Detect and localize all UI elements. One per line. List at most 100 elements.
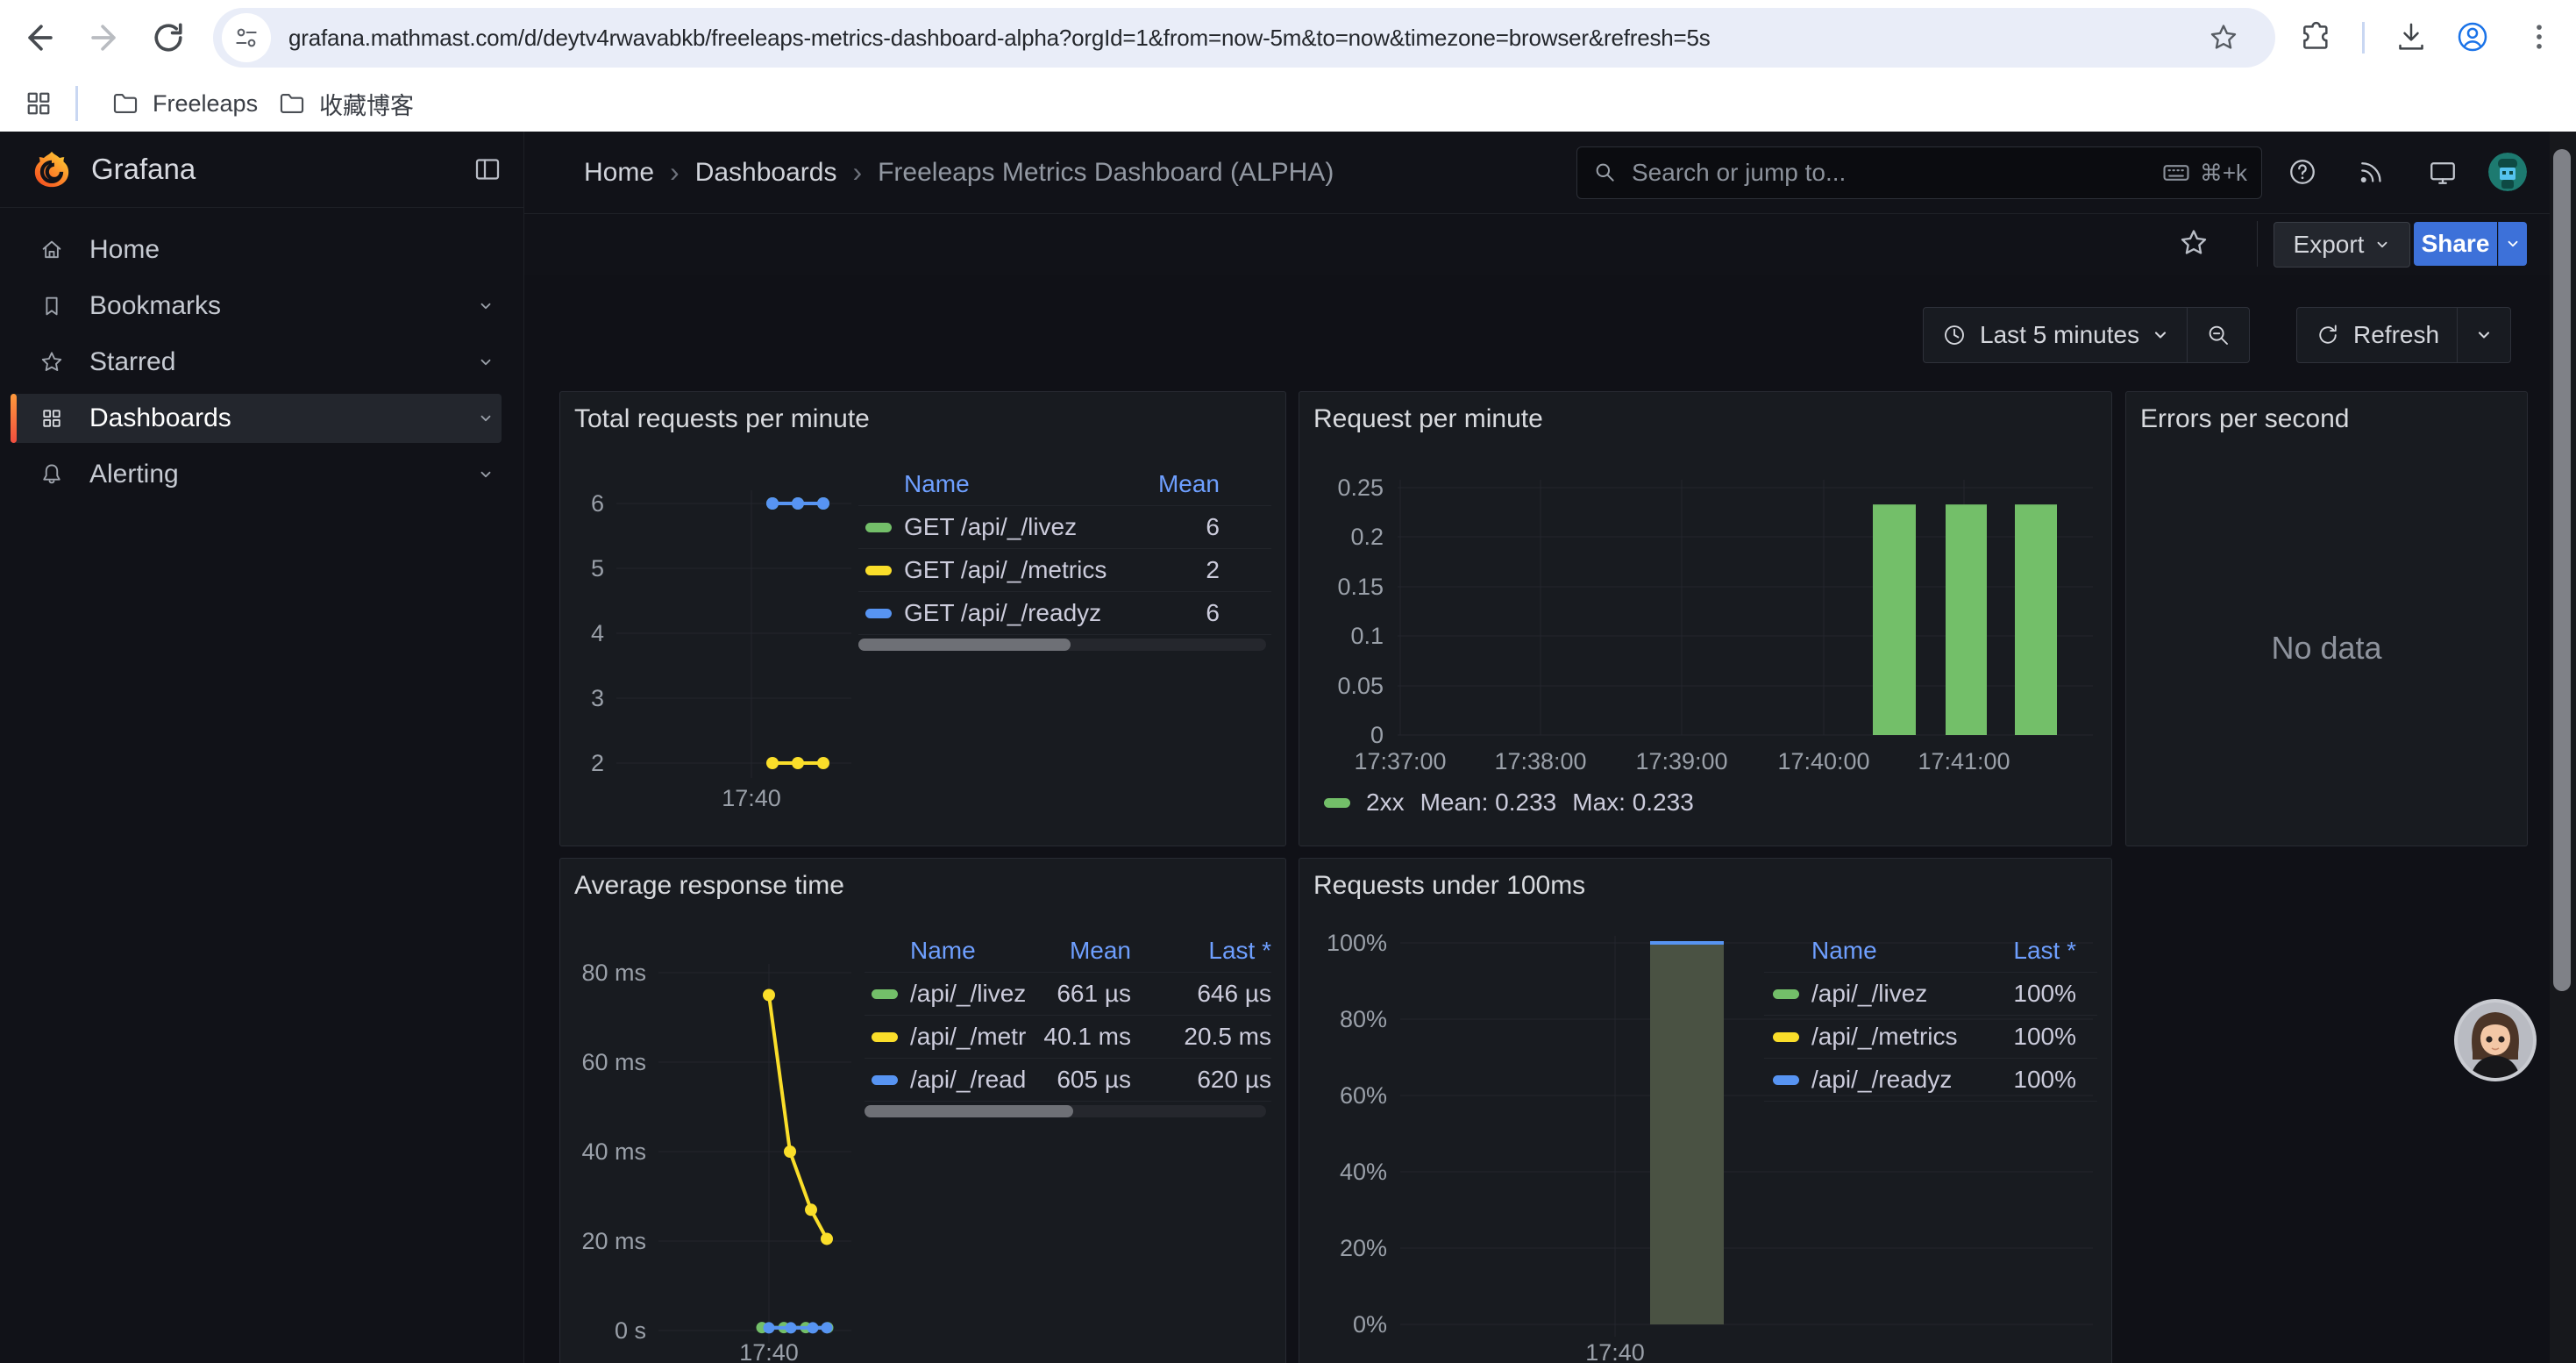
- breadcrumb-dashboards[interactable]: Dashboards: [695, 158, 837, 188]
- breadcrumb-home[interactable]: Home: [584, 158, 654, 188]
- legend-row[interactable]: /api/_/readyz100%: [1764, 1058, 2097, 1101]
- refresh-group: Refresh: [2296, 307, 2511, 363]
- panel-title[interactable]: Errors per second: [2140, 404, 2349, 434]
- legend-column-name[interactable]: Name: [904, 470, 1114, 498]
- assistant-avatar-image: [2453, 998, 2537, 1082]
- series-swatch[interactable]: [865, 523, 892, 532]
- axis-tick-label: 0.2: [1350, 524, 1384, 550]
- legend-series-name[interactable]: /api/_/livez: [910, 980, 1026, 1008]
- sidebar-toggle-icon[interactable]: [472, 153, 503, 185]
- share-button[interactable]: Share: [2414, 222, 2497, 266]
- extensions-icon[interactable]: [2297, 19, 2332, 54]
- legend-column-header[interactable]: Mean: [1114, 470, 1220, 498]
- legend-series-name[interactable]: /api/_/readyz: [1811, 1066, 1987, 1094]
- chevron-down-icon[interactable]: [478, 467, 494, 482]
- bookmark-folder-blogs[interactable]: 收藏博客: [277, 75, 414, 132]
- bookmarks-divider: [75, 86, 78, 121]
- legend-series-name[interactable]: GET /api/_/readyz: [904, 599, 1114, 627]
- export-button[interactable]: Export: [2274, 222, 2410, 268]
- legend-series-name[interactable]: GET /api/_/metrics: [904, 556, 1114, 584]
- legend-column-header[interactable]: Last *: [1987, 937, 2076, 965]
- reload-icon[interactable]: [149, 18, 188, 57]
- sidebar-item-dashboards[interactable]: Dashboards: [0, 390, 523, 446]
- legend-column-name[interactable]: Name: [910, 937, 1026, 965]
- zoom-out-button[interactable]: [2188, 308, 2249, 362]
- profile-icon[interactable]: [2455, 19, 2490, 54]
- legend-series-name[interactable]: /api/_/metrics: [1811, 1023, 1987, 1051]
- axis-tick-label: 0.05: [1337, 673, 1384, 699]
- chevron-down-icon[interactable]: [478, 354, 494, 370]
- sidebar-item-home[interactable]: Home: [0, 222, 523, 278]
- legend-row[interactable]: GET /api/_/readyz6: [858, 591, 1271, 634]
- series-swatch[interactable]: [865, 566, 892, 575]
- axis-tick-label: 20%: [1340, 1235, 1387, 1261]
- bookmark-folder-freeleaps[interactable]: Freeleaps: [110, 75, 258, 132]
- time-range-picker[interactable]: Last 5 minutes: [1924, 308, 2187, 362]
- panel-errors-per-second: Errors per second No data: [2125, 391, 2528, 846]
- series-swatch[interactable]: [872, 1075, 898, 1085]
- help-icon[interactable]: [2287, 156, 2318, 188]
- legend-row[interactable]: /api/_/livez661 µs646 µs: [865, 972, 1271, 1015]
- series-point: [766, 757, 779, 769]
- series-swatch[interactable]: [1773, 989, 1799, 999]
- chevron-down-icon[interactable]: [478, 410, 494, 426]
- series-swatch[interactable]: [872, 989, 898, 999]
- page-scrollbar-thumb[interactable]: [2553, 149, 2571, 991]
- news-rss-icon[interactable]: [2355, 156, 2387, 188]
- sidebar-item-bookmarks[interactable]: Bookmarks: [0, 278, 523, 334]
- legend-scrollbar-thumb[interactable]: [858, 639, 1071, 651]
- legend-column-name[interactable]: Name: [1811, 937, 1987, 965]
- legend-row[interactable]: GET /api/_/livez6: [858, 505, 1271, 548]
- search-input[interactable]: Search or jump to... ⌘+k: [1576, 146, 2262, 199]
- menu-kebab-icon[interactable]: [2522, 19, 2557, 54]
- legend-table: NameMeanLast * /api/_/livez661 µs646 µs/a…: [865, 930, 1271, 1102]
- url-bar[interactable]: grafana.mathmast.com/d/deytv4rwavabkb/fr…: [213, 8, 2275, 68]
- legend-value: 100%: [1987, 1023, 2076, 1051]
- forward-icon[interactable]: [84, 18, 123, 57]
- legend-row[interactable]: /api/_/metrics40.1 ms20.5 ms: [865, 1015, 1271, 1058]
- series-name[interactable]: 2xx: [1366, 789, 1405, 817]
- series-swatch[interactable]: [872, 1032, 898, 1042]
- refresh-button[interactable]: Refresh: [2297, 308, 2457, 362]
- legend-scrollbar-thumb[interactable]: [865, 1105, 1073, 1117]
- back-icon[interactable]: [21, 18, 60, 57]
- grafana-logo-icon[interactable]: [32, 149, 72, 189]
- chevron-down-icon[interactable]: [478, 298, 494, 314]
- legend-column-header[interactable]: Mean: [1026, 937, 1131, 965]
- legend-column-header[interactable]: Last *: [1131, 937, 1271, 965]
- legend-row[interactable]: /api/_/livez100%: [1764, 972, 2097, 1015]
- apps-grid-icon[interactable]: [23, 88, 54, 119]
- download-icon[interactable]: [2394, 19, 2429, 54]
- legend-series-name[interactable]: /api/_/livez: [1811, 980, 1987, 1008]
- series-swatch[interactable]: [865, 609, 892, 618]
- sidebar-item-alerting[interactable]: Alerting: [0, 446, 523, 503]
- legend-row[interactable]: /api/_/readyz605 µs620 µs: [865, 1058, 1271, 1101]
- series-point: [822, 1322, 833, 1333]
- legend-row[interactable]: /api/_/metrics100%: [1764, 1015, 2097, 1058]
- panel-request-per-minute: Request per minute 0.250.20.150.10.05017…: [1299, 391, 2112, 846]
- user-avatar[interactable]: [2488, 153, 2527, 191]
- axis-tick-label: 80 ms: [581, 960, 646, 986]
- bar: [1873, 504, 1916, 735]
- favorite-star-icon[interactable]: [2177, 226, 2210, 260]
- series-point: [766, 497, 779, 510]
- share-menu-button[interactable]: [2498, 222, 2527, 266]
- kiosk-monitor-icon[interactable]: [2427, 156, 2459, 188]
- site-settings-icon[interactable]: [222, 13, 271, 62]
- sidebar-item-starred[interactable]: Starred: [0, 334, 523, 390]
- bar-chart[interactable]: 0.250.20.150.10.05017:37:0017:38:0017:39…: [1299, 392, 2111, 846]
- series-swatch[interactable]: [1773, 1075, 1799, 1085]
- series-swatch[interactable]: [1324, 798, 1350, 808]
- legend-row[interactable]: GET /api/_/metrics2: [858, 548, 1271, 591]
- legend-series-name[interactable]: /api/_/readyz: [910, 1066, 1026, 1094]
- axis-tick-label: 0: [1370, 722, 1384, 748]
- keyboard-icon: [2161, 158, 2191, 188]
- x-tick-label: 17:40: [1585, 1339, 1645, 1363]
- legend-series-name[interactable]: GET /api/_/livez: [904, 513, 1114, 541]
- bookmark-star-icon[interactable]: [2207, 21, 2240, 54]
- refresh-interval-button[interactable]: [2458, 308, 2510, 362]
- floating-assistant-avatar[interactable]: [2453, 998, 2537, 1082]
- series-swatch[interactable]: [1773, 1032, 1799, 1042]
- axis-tick-label: 0 s: [615, 1317, 646, 1344]
- legend-series-name[interactable]: /api/_/metrics: [910, 1023, 1026, 1051]
